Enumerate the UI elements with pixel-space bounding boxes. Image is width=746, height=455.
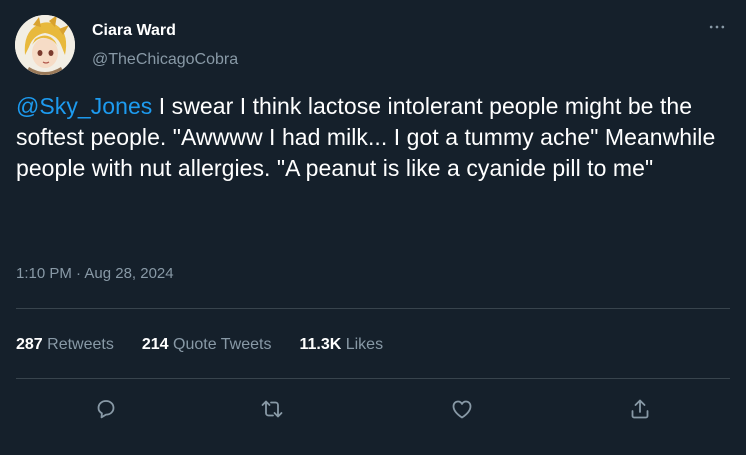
action-bar — [0, 394, 746, 424]
retweet-icon — [261, 400, 283, 418]
timestamp[interactable]: 1:10 PM · Aug 28, 2024 — [16, 265, 174, 282]
like-button[interactable] — [447, 394, 477, 424]
more-icon — [709, 25, 725, 29]
display-name[interactable]: Ciara Ward — [92, 22, 176, 40]
engagement-stats: 287 Retweets 214 Quote Tweets 11.3K Like… — [16, 336, 383, 354]
reply-icon — [97, 400, 115, 419]
quotes-count: 214 — [141, 336, 169, 353]
tweet-text: @Sky_Jones I swear I think lactose intol… — [16, 91, 726, 184]
mention-link[interactable]: @Sky_Jones — [16, 93, 152, 119]
quotes-label: Quote Tweets — [173, 336, 272, 353]
avatar[interactable] — [15, 15, 75, 75]
retweets-stat[interactable]: 287 Retweets — [16, 336, 114, 354]
share-button[interactable] — [625, 394, 655, 424]
likes-count: 11.3K — [299, 336, 342, 353]
retweets-count: 287 — [16, 336, 43, 353]
reply-button[interactable] — [91, 394, 121, 424]
avatar-image — [15, 15, 75, 75]
retweet-button[interactable] — [257, 394, 287, 424]
user-handle[interactable]: @TheChicagoCobra — [92, 51, 238, 69]
more-button[interactable] — [702, 14, 732, 40]
divider-top — [16, 308, 730, 309]
likes-label: Likes — [345, 336, 384, 353]
share-icon — [631, 399, 649, 419]
retweets-label: Retweets — [47, 336, 114, 353]
likes-stat[interactable]: 11.3K Likes — [299, 336, 383, 354]
divider-bottom — [16, 378, 730, 379]
quotes-stat[interactable]: 214 Quote Tweets — [142, 336, 272, 354]
like-icon — [452, 400, 472, 419]
